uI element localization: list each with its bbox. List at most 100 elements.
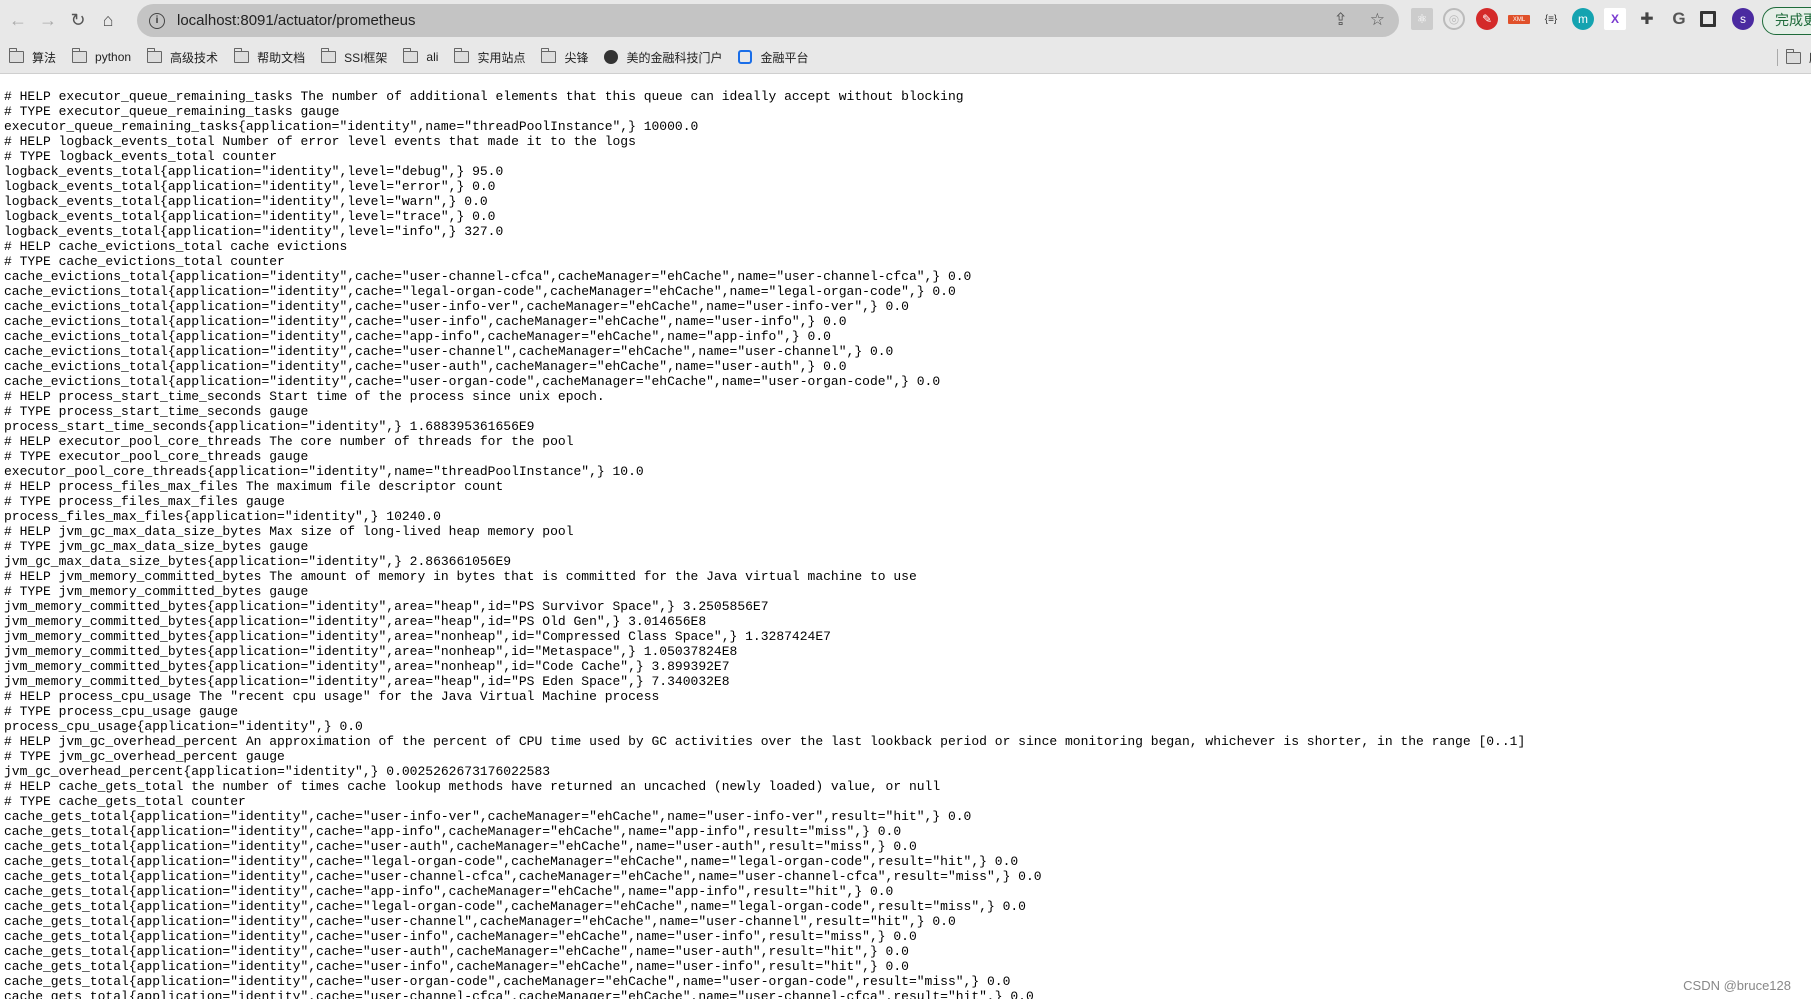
bookmark-item[interactable]: ali <box>403 48 439 64</box>
bookmark-item[interactable]: python <box>72 48 131 64</box>
metric-comment-line: # TYPE cache_evictions_total counter <box>4 254 285 269</box>
other-bookmarks[interactable]: 所 <box>1777 48 1811 66</box>
metric-line: executor_queue_remaining_tasks{applicati… <box>4 119 699 134</box>
metric-comment-line: # TYPE logback_events_total counter <box>4 149 278 164</box>
metric-line: jvm_gc_max_data_size_bytes{application="… <box>4 554 512 569</box>
metric-comment-line: # HELP cache_gets_total the number of ti… <box>4 779 941 794</box>
metric-line: cache_gets_total{application="identity",… <box>4 869 1042 884</box>
metric-line: cache_gets_total{application="identity",… <box>4 809 972 824</box>
site-info-icon[interactable]: i <box>149 12 165 29</box>
metric-line: logback_events_total{application="identi… <box>4 164 504 179</box>
metric-comment-line: # HELP logback_events_total Number of er… <box>4 134 636 149</box>
folder-icon <box>403 48 419 63</box>
react-devtools-icon[interactable]: ⚛ <box>1411 8 1433 30</box>
folder-icon <box>147 48 163 63</box>
m-ext-icon[interactable]: m <box>1572 8 1594 30</box>
metric-comment-line: # TYPE jvm_gc_overhead_percent gauge <box>4 749 285 764</box>
puzzle-extensions-icon[interactable]: ✚ <box>1636 8 1658 30</box>
metric-line: cache_gets_total{application="identity",… <box>4 989 1034 999</box>
metric-comment-line: # TYPE executor_queue_remaining_tasks ga… <box>4 104 340 119</box>
metric-line: cache_gets_total{application="identity",… <box>4 944 909 959</box>
metric-comment-line: # HELP jvm_gc_max_data_size_bytes Max si… <box>4 524 574 539</box>
metric-comment-line: # HELP executor_queue_remaining_tasks Th… <box>4 89 964 104</box>
bookmark-item[interactable]: 尖锋 <box>541 48 589 66</box>
bookmark-item[interactable]: SSI框架 <box>321 48 388 66</box>
bookmark-item[interactable]: 帮助文档 <box>234 48 305 66</box>
forward-button[interactable]: → <box>36 9 60 33</box>
x-ext-icon[interactable]: X <box>1604 8 1626 30</box>
bookmark-item[interactable]: 美的金融科技门户 <box>604 49 722 66</box>
metric-line: cache_gets_total{application="identity",… <box>4 824 902 839</box>
bookmark-label: 金融平台 <box>760 50 809 65</box>
back-button[interactable]: ← <box>6 9 30 33</box>
update-button[interactable]: 完成更新 <box>1762 7 1811 35</box>
target-icon[interactable]: ◎ <box>1443 8 1465 30</box>
metric-line: process_cpu_usage{application="identity"… <box>4 719 363 734</box>
metric-line: logback_events_total{application="identi… <box>4 209 496 224</box>
browser-toolbar: ← → ↻ ⌂ i localhost:8091/actuator/promet… <box>0 0 1811 41</box>
metric-line: logback_events_total{application="identi… <box>4 224 504 239</box>
metric-comment-line: # TYPE executor_pool_core_threads gauge <box>4 449 309 464</box>
metric-comment-line: # HELP jvm_gc_overhead_percent An approx… <box>4 734 1526 749</box>
metric-line: cache_gets_total{application="identity",… <box>4 884 894 899</box>
metric-line: cache_gets_total{application="identity",… <box>4 854 1019 869</box>
prometheus-metrics-text: # HELP executor_queue_remaining_tasks Th… <box>4 89 1525 999</box>
bookmark-item[interactable]: 高级技术 <box>147 48 219 66</box>
bookmark-item[interactable]: 实用站点 <box>454 48 525 66</box>
bookmark-label: 尖锋 <box>564 50 589 65</box>
folder-icon <box>454 48 470 63</box>
site-icon <box>738 50 753 64</box>
metric-line: jvm_memory_committed_bytes{application="… <box>4 674 730 689</box>
metric-comment-line: # TYPE jvm_memory_committed_bytes gauge <box>4 584 309 599</box>
metric-comment-line: # HELP process_cpu_usage The "recent cpu… <box>4 689 660 704</box>
json-ext-icon[interactable]: {≡} <box>1540 8 1562 30</box>
metric-line: cache_evictions_total{application="ident… <box>4 269 972 284</box>
folder-icon <box>541 48 557 63</box>
bookmark-star-icon[interactable]: ☆ <box>1370 10 1385 30</box>
bookmark-label: ali <box>426 50 439 64</box>
share-icon[interactable]: ⇪ <box>1334 10 1348 30</box>
avatar[interactable]: s <box>1732 8 1754 30</box>
address-bar[interactable]: i localhost:8091/actuator/prometheus ⇪ ☆ <box>137 4 1399 37</box>
side-panel-icon[interactable] <box>1700 11 1716 27</box>
metric-comment-line: # HELP cache_evictions_total cache evict… <box>4 239 348 254</box>
metric-line: cache_gets_total{application="identity",… <box>4 914 956 929</box>
metric-comment-line: # HELP process_start_time_seconds Start … <box>4 389 605 404</box>
metric-line: cache_gets_total{application="identity",… <box>4 839 917 854</box>
bookmark-label: SSI框架 <box>344 50 388 65</box>
xml-ext-icon[interactable]: XML <box>1508 15 1530 24</box>
metric-line: process_start_time_seconds{application="… <box>4 419 535 434</box>
bookmark-label: 美的金融科技门户 <box>626 50 723 65</box>
google-icon[interactable]: G <box>1668 8 1690 30</box>
metric-line: cache_evictions_total{application="ident… <box>4 374 941 389</box>
metric-line: cache_gets_total{application="identity",… <box>4 899 1026 914</box>
metric-line: jvm_memory_committed_bytes{application="… <box>4 599 769 614</box>
reload-button[interactable]: ↻ <box>66 9 90 33</box>
bookmark-item[interactable]: 金融平台 <box>738 49 809 66</box>
bookmark-label: 高级技术 <box>170 50 219 65</box>
bookmark-label: 算法 <box>32 50 57 65</box>
metric-comment-line: # HELP jvm_memory_committed_bytes The am… <box>4 569 917 584</box>
red-ext-icon[interactable]: ✎ <box>1476 8 1498 30</box>
bookmarks-bar: 算法 python 高级技术 帮助文档 SSI框架 ali 实用站点 尖锋 美的金融科技门户 金融… <box>0 41 1811 74</box>
metric-line: cache_gets_total{application="identity",… <box>4 959 909 974</box>
globe-icon <box>604 50 619 64</box>
metric-line: jvm_memory_committed_bytes{application="… <box>4 644 738 659</box>
folder-icon <box>9 48 24 63</box>
metric-comment-line: # TYPE process_files_max_files gauge <box>4 494 285 509</box>
home-button[interactable]: ⌂ <box>96 9 120 33</box>
metric-line: cache_evictions_total{application="ident… <box>4 314 847 329</box>
metric-line: cache_evictions_total{application="ident… <box>4 299 909 314</box>
metric-line: cache_evictions_total{application="ident… <box>4 344 894 359</box>
metric-line: cache_evictions_total{application="ident… <box>4 284 956 299</box>
metric-line: jvm_gc_overhead_percent{application="ide… <box>4 764 551 779</box>
metric-line: executor_pool_core_threads{application="… <box>4 464 644 479</box>
folder-icon <box>1786 48 1801 64</box>
metric-comment-line: # HELP process_files_max_files The maxim… <box>4 479 504 494</box>
url-text[interactable]: localhost:8091/actuator/prometheus <box>177 12 415 29</box>
watermark: CSDN @bruce128 <box>1683 978 1791 993</box>
bookmark-item[interactable]: 算法 <box>9 48 57 66</box>
metric-line: logback_events_total{application="identi… <box>4 179 496 194</box>
metric-line: jvm_memory_committed_bytes{application="… <box>4 659 730 674</box>
metric-line: cache_evictions_total{application="ident… <box>4 329 831 344</box>
